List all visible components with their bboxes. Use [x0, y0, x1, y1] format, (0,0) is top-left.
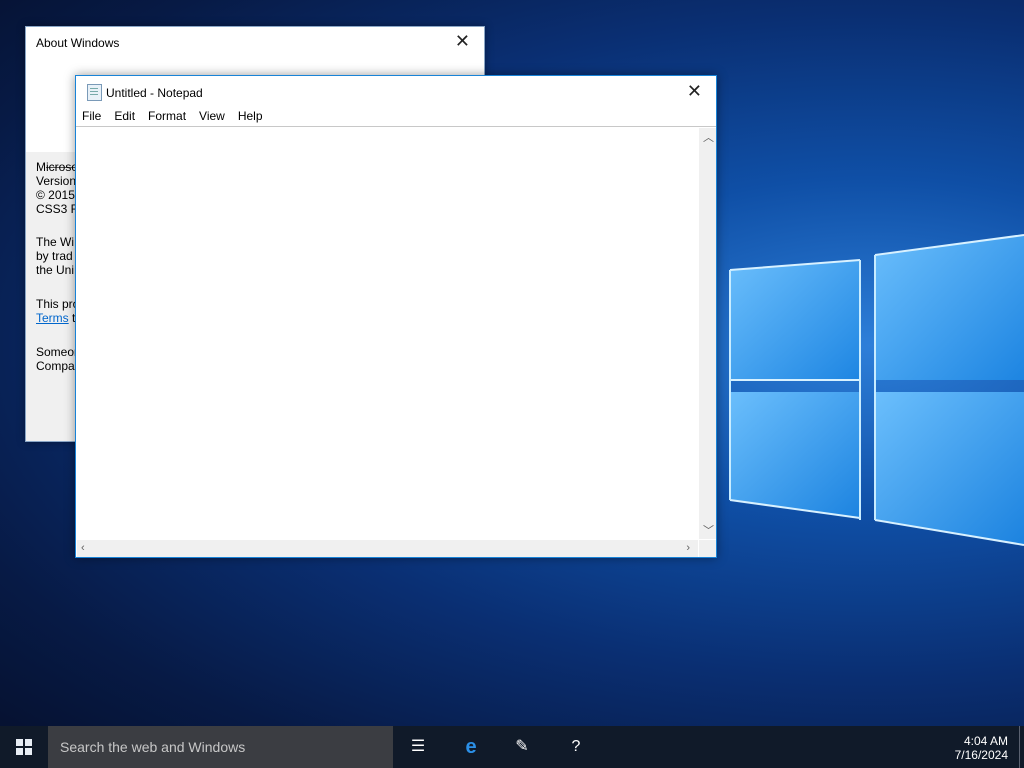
notepad-window[interactable]: Untitled - Notepad ✕ File Edit Format Vi… [75, 75, 717, 558]
horizontal-scrollbar[interactable]: ‹ › [77, 540, 698, 557]
about-line-2: Version [36, 174, 77, 188]
menu-file[interactable]: File [82, 106, 107, 126]
task-view-icon[interactable]: ☰ [407, 736, 429, 758]
help-icon[interactable]: ? [565, 736, 587, 758]
menu-bar: File Edit Format View Help [76, 106, 716, 127]
about-para2-line-1: The Wi [36, 235, 75, 249]
about-para4-line-2: Compa [36, 359, 75, 373]
notepad-titlebar[interactable]: Untitled - Notepad ✕ [76, 76, 716, 106]
notepad-title: Untitled - Notepad [106, 86, 203, 100]
close-icon[interactable]: ✕ [687, 81, 702, 102]
chevron-left-icon[interactable]: ‹ [81, 542, 85, 554]
chevron-right-icon[interactable]: › [686, 542, 690, 554]
scrollbar-corner [699, 540, 716, 557]
menu-edit[interactable]: Edit [114, 106, 141, 126]
chevron-down-icon[interactable]: ﹀ [703, 522, 714, 538]
taskbar: Search the web and Windows ☰ e ✎ ? 4:04 … [0, 726, 1024, 768]
menu-view[interactable]: View [199, 106, 231, 126]
windows-icon [16, 739, 32, 755]
notes-icon[interactable]: ✎ [511, 736, 533, 758]
menu-help[interactable]: Help [238, 106, 269, 126]
chevron-up-icon[interactable]: ︿ [703, 129, 714, 145]
about-para3-line-1: This pro [36, 297, 80, 311]
close-icon[interactable]: ✕ [455, 31, 470, 52]
about-titlebar[interactable]: About Windows ✕ [26, 27, 484, 57]
about-para2-line-2: by trad [36, 249, 73, 263]
about-title: About Windows [36, 36, 120, 50]
notepad-icon [87, 84, 102, 101]
menu-format[interactable]: Format [148, 106, 192, 126]
vertical-scrollbar[interactable]: ︿ ﹀ [699, 128, 716, 539]
about-para4-line-1: Someor [36, 345, 79, 359]
search-placeholder: Search the web and Windows [60, 739, 246, 755]
clock-date: 7/16/2024 [954, 748, 1008, 762]
about-para2-line-3: the Uni [36, 263, 75, 277]
about-para3-line-2: Terms t [36, 311, 75, 325]
about-line-1: Microso [36, 160, 79, 174]
search-box[interactable]: Search the web and Windows [48, 726, 393, 768]
terms-link[interactable]: Terms [36, 311, 69, 325]
start-button[interactable] [0, 726, 48, 768]
about-line-3: © 2015 [36, 188, 75, 202]
clock-time: 4:04 AM [963, 734, 1008, 748]
clock[interactable]: 4:04 AM 7/16/2024 [955, 734, 1008, 762]
edge-icon[interactable]: e [460, 736, 482, 758]
show-desktop-button[interactable] [1019, 726, 1020, 768]
text-editor-area[interactable] [77, 128, 698, 539]
